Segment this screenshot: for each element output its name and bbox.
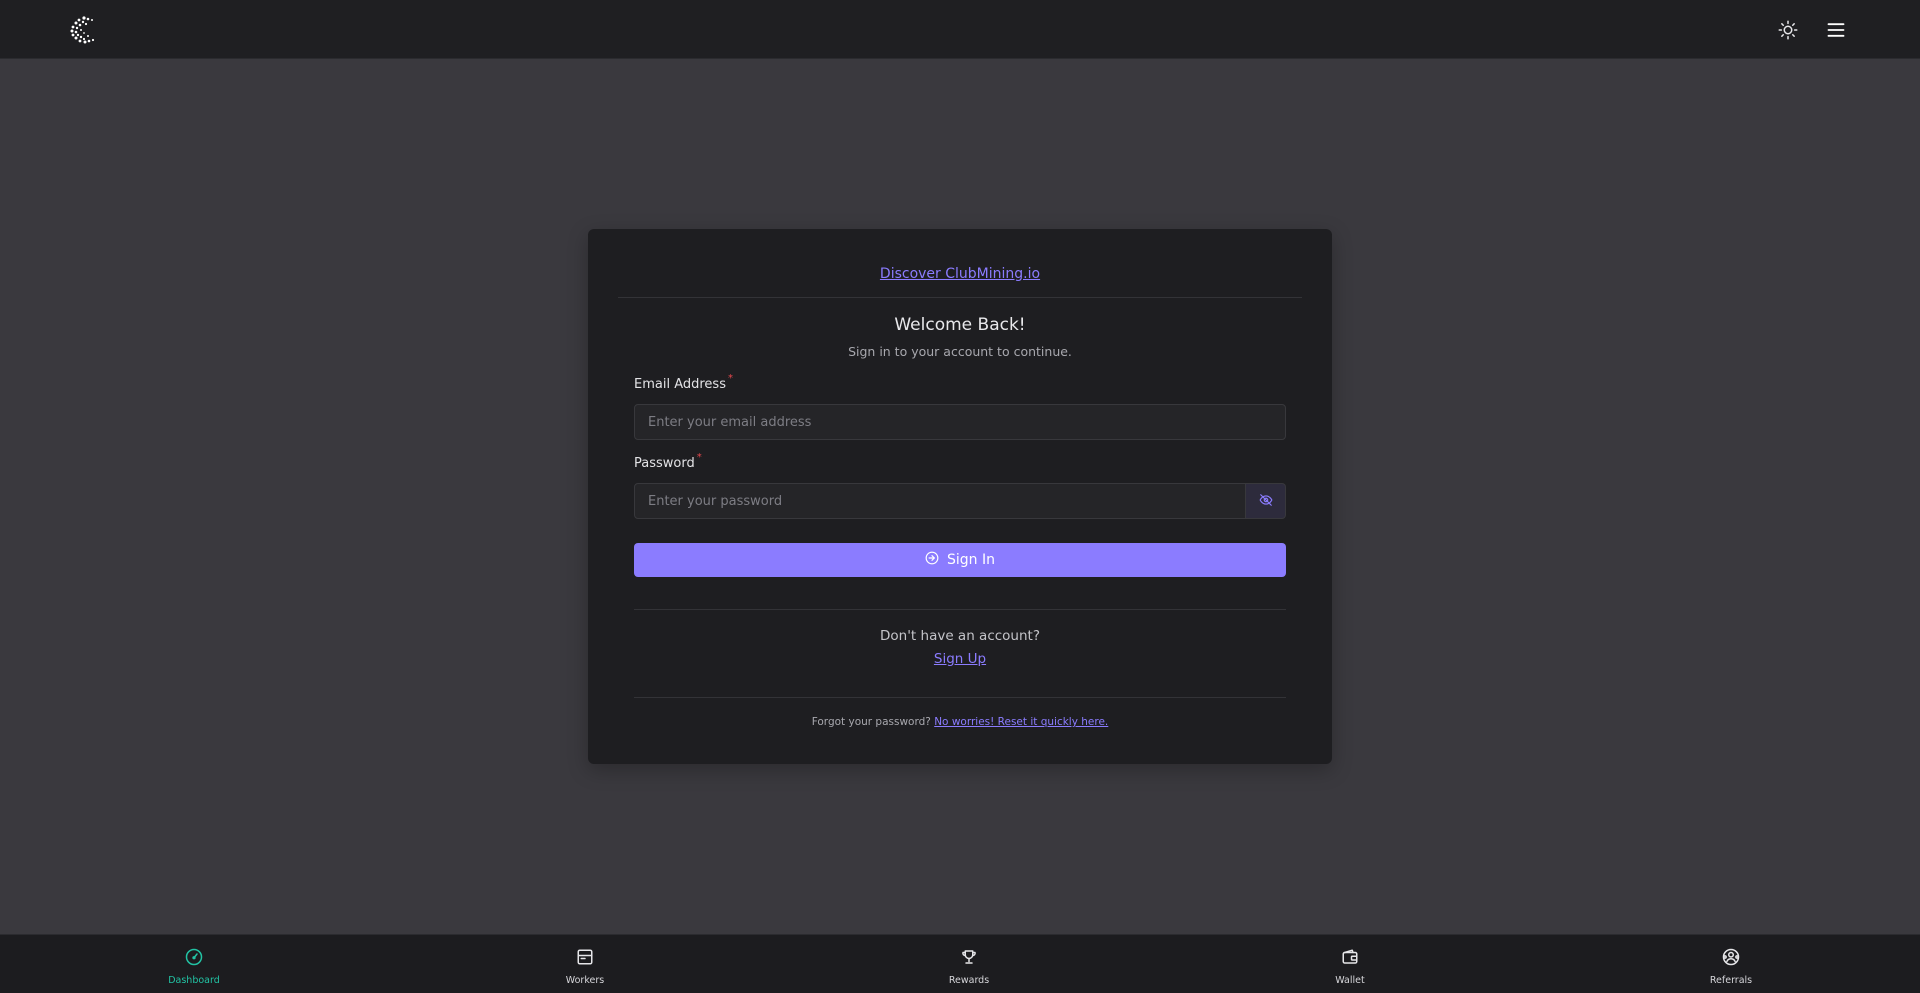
password-visibility-toggle[interactable] bbox=[1246, 483, 1286, 519]
trophy-icon bbox=[960, 948, 978, 970]
nav-label: Referrals bbox=[1709, 975, 1753, 986]
nav-item-referrals[interactable]: Referrals bbox=[1676, 948, 1786, 986]
nav-label: Rewards bbox=[948, 975, 990, 986]
signup-section: Sign Up bbox=[588, 648, 1332, 667]
sign-up-link[interactable]: Sign Up bbox=[934, 651, 986, 667]
hamburger-menu-icon[interactable] bbox=[1824, 18, 1848, 42]
nav-item-wallet[interactable]: Wallet bbox=[1295, 948, 1405, 986]
forgot-password-row: Forgot your password? No worries! Reset … bbox=[588, 716, 1332, 728]
page-title: Welcome Back! bbox=[894, 315, 1026, 335]
bottom-navbar: Dashboard Workers Rewards Wallet Referra… bbox=[0, 934, 1920, 993]
nav-item-dashboard[interactable]: Dashboard bbox=[139, 948, 249, 986]
divider bbox=[634, 697, 1286, 698]
discover-section: Discover ClubMining.io bbox=[588, 263, 1332, 282]
nav-label: Dashboard bbox=[168, 975, 220, 986]
required-mark: * bbox=[696, 452, 702, 463]
reset-password-link[interactable]: No worries! Reset it quickly here. bbox=[934, 716, 1108, 728]
sign-in-icon bbox=[925, 551, 939, 569]
clubmining-logo-icon[interactable] bbox=[68, 14, 100, 46]
header-actions bbox=[1776, 18, 1848, 42]
sign-in-button[interactable]: Sign In bbox=[634, 543, 1286, 577]
referral-users-icon bbox=[1721, 948, 1741, 970]
nav-item-rewards[interactable]: Rewards bbox=[914, 948, 1024, 986]
wallet-icon bbox=[1341, 948, 1359, 970]
password-input[interactable] bbox=[634, 483, 1246, 519]
eye-off-icon bbox=[1259, 492, 1273, 511]
nav-label: Workers bbox=[565, 975, 605, 986]
discover-link[interactable]: Discover ClubMining.io bbox=[880, 266, 1040, 282]
divider bbox=[618, 297, 1302, 298]
server-icon bbox=[576, 948, 594, 970]
gauge-icon bbox=[185, 948, 203, 970]
email-label-text: Email Address bbox=[634, 377, 726, 392]
divider bbox=[634, 609, 1286, 610]
email-input[interactable] bbox=[634, 404, 1286, 440]
forgot-password-text: Forgot your password? bbox=[811, 716, 931, 728]
nav-label: Wallet bbox=[1335, 975, 1365, 986]
password-label: Password * bbox=[634, 452, 702, 471]
sign-in-label: Sign In bbox=[947, 552, 995, 568]
sun-icon[interactable] bbox=[1776, 18, 1800, 42]
nav-item-workers[interactable]: Workers bbox=[530, 948, 640, 986]
page-subtitle: Sign in to your account to continue. bbox=[848, 344, 1072, 359]
required-mark: * bbox=[727, 373, 733, 384]
login-card: Discover ClubMining.io Welcome Back! Sig… bbox=[588, 229, 1332, 764]
password-label-text: Password bbox=[634, 456, 695, 471]
no-account-text: Don't have an account? bbox=[880, 628, 1040, 644]
top-navbar bbox=[0, 0, 1920, 59]
email-label: Email Address * bbox=[634, 373, 733, 392]
